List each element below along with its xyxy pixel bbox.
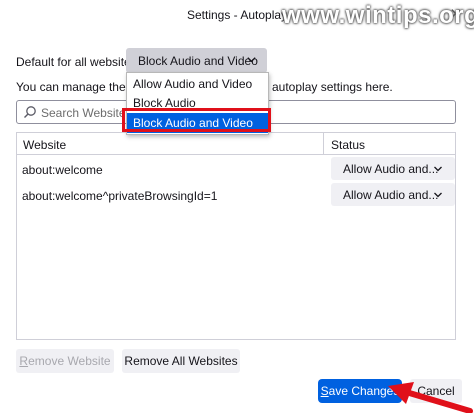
dropdown-option-allow-audio-video[interactable]: Allow Audio and Video xyxy=(127,74,268,94)
table-row[interactable]: about:welcome^privateBrowsingId=1 Allow … xyxy=(17,182,455,208)
column-divider xyxy=(323,133,324,155)
table-row[interactable]: about:welcome Allow Audio and... xyxy=(17,156,455,182)
table-header: Website Status xyxy=(17,133,455,155)
save-changes-button[interactable]: Save Changes xyxy=(318,379,402,403)
status-value: Allow Audio and... xyxy=(343,188,439,202)
status-select[interactable]: Allow Audio and... xyxy=(331,157,455,180)
websites-table: Website Status about:welcome Allow Audio… xyxy=(16,132,456,340)
status-value: Allow Audio and... xyxy=(343,162,439,176)
chevron-down-icon xyxy=(434,192,442,198)
button-label: Remove All Websites xyxy=(124,354,238,368)
default-label: Default for all websites: xyxy=(16,55,141,69)
manage-text-right: autoplay settings here. xyxy=(272,80,393,94)
cancel-button[interactable]: Cancel xyxy=(410,379,462,403)
button-label: ave Changes xyxy=(328,384,400,398)
remove-website-button[interactable]: Remove Website xyxy=(16,349,114,373)
chevron-down-icon xyxy=(247,57,256,63)
access-key: R xyxy=(19,354,29,368)
status-select[interactable]: Allow Audio and... xyxy=(331,183,455,206)
search-placeholder: Search Website xyxy=(41,106,126,120)
default-setting-select[interactable]: Block Audio and Video xyxy=(126,48,267,73)
access-key: S xyxy=(320,384,329,398)
highlight-annotation xyxy=(122,108,271,132)
remove-all-websites-button[interactable]: Remove All Websites xyxy=(122,349,240,373)
button-label: emove Website xyxy=(28,354,111,368)
website-cell: about:welcome xyxy=(22,163,103,177)
default-setting-value: Block Audio and Video xyxy=(138,53,258,68)
website-cell: about:welcome^privateBrowsingId=1 xyxy=(22,189,218,203)
watermark: www.wintips.org xyxy=(282,2,474,29)
title-bar: Settings - Autoplay ✕ www.wintips.org xyxy=(0,0,474,32)
chevron-down-icon xyxy=(434,166,442,172)
column-header-website[interactable]: Website xyxy=(23,138,66,152)
column-header-status[interactable]: Status xyxy=(331,138,365,152)
search-icon xyxy=(24,106,36,118)
